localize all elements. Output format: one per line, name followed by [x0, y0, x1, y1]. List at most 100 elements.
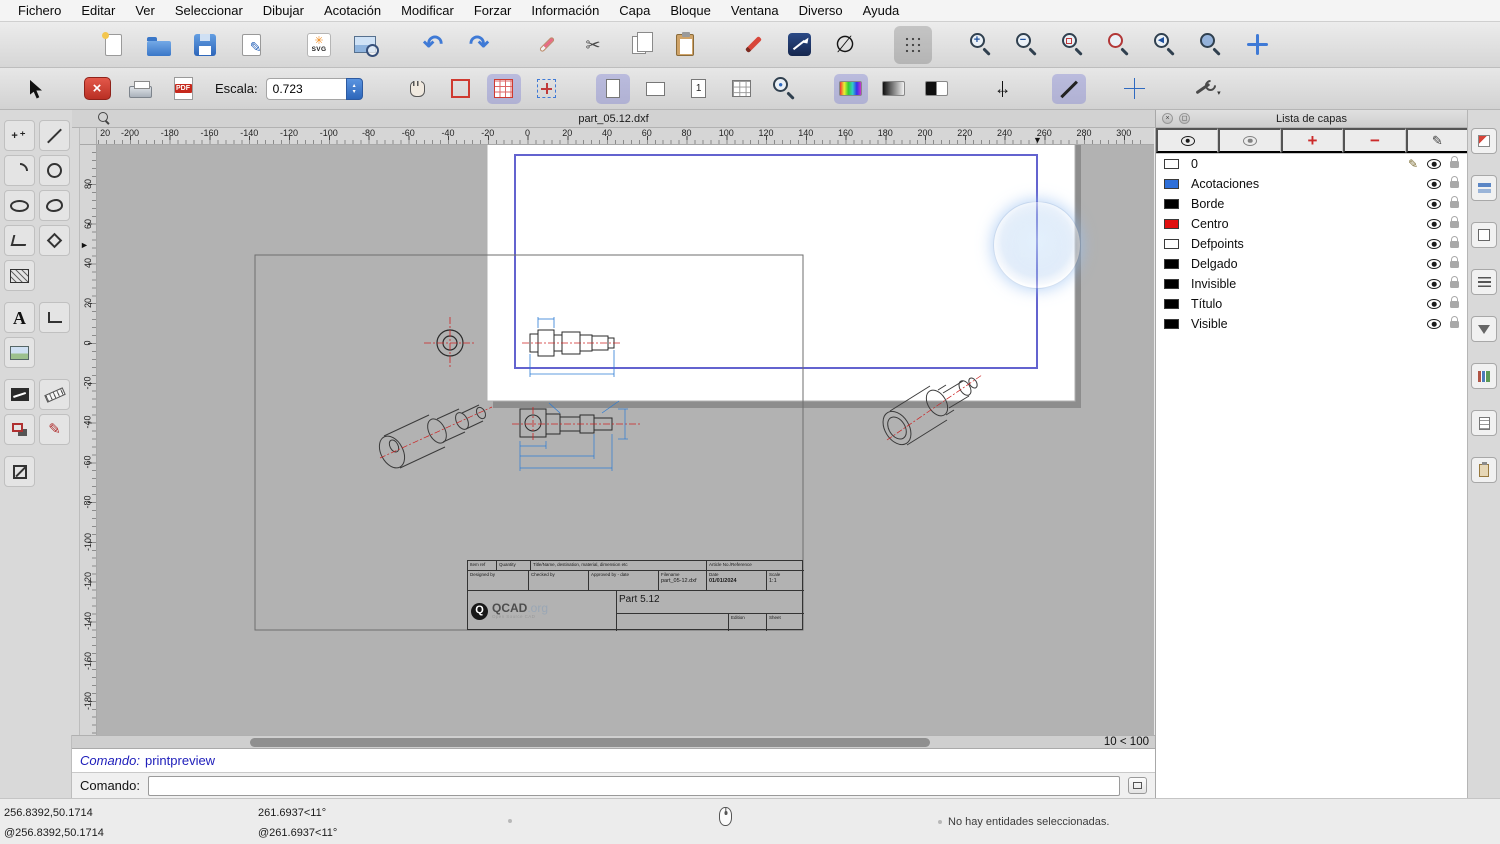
deselect-all-button[interactable] — [826, 26, 864, 64]
layer-row[interactable]: Título — [1156, 294, 1467, 314]
layer-lock-icon[interactable] — [1450, 281, 1459, 288]
zoom-window-button[interactable] — [1192, 26, 1230, 64]
edit-layer-button[interactable] — [1406, 128, 1467, 153]
grid-toggle-button[interactable] — [894, 26, 932, 64]
command-input[interactable] — [148, 776, 1120, 796]
point-tool-button[interactable]: +⁺ — [4, 120, 35, 151]
drawing-settings-button[interactable] — [232, 26, 270, 64]
layer-row[interactable]: Acotaciones — [1156, 174, 1467, 194]
blackwhite-mode-button[interactable] — [920, 74, 954, 104]
auto-zoom-button[interactable] — [1054, 26, 1092, 64]
zoom-selection-button[interactable] — [1100, 26, 1138, 64]
open-file-button[interactable] — [140, 26, 178, 64]
measure-tool-button[interactable] — [4, 379, 35, 410]
layer-list-panel-button[interactable] — [1471, 175, 1497, 201]
print-preview-button[interactable] — [346, 26, 384, 64]
menu-item[interactable]: Ver — [125, 3, 165, 18]
hide-all-layers-button[interactable] — [1218, 128, 1280, 153]
new-file-button[interactable] — [94, 26, 132, 64]
property-editor-panel-button[interactable] — [1471, 128, 1497, 154]
pdf-export-button[interactable]: PDF — [166, 74, 200, 104]
layer-row[interactable]: Invisible — [1156, 274, 1467, 294]
layer-visibility-eye-icon[interactable] — [1427, 319, 1441, 329]
menu-item[interactable]: Diverso — [789, 3, 853, 18]
scrollbar-thumb[interactable] — [250, 738, 930, 747]
command-options-button[interactable] — [1128, 777, 1147, 794]
menu-item[interactable]: Forzar — [464, 3, 522, 18]
layer-row[interactable]: Visible — [1156, 314, 1467, 334]
layer-lock-icon[interactable] — [1450, 261, 1459, 268]
menu-item[interactable]: Editar — [71, 3, 125, 18]
view-list-panel-button[interactable] — [1471, 269, 1497, 295]
layer-lock-icon[interactable] — [1450, 301, 1459, 308]
layer-visibility-eye-icon[interactable] — [1427, 299, 1441, 309]
layer-lock-icon[interactable] — [1450, 161, 1459, 168]
paste-button[interactable] — [666, 26, 704, 64]
landscape-orientation-button[interactable] — [639, 74, 673, 104]
pan-hand-button[interactable] — [401, 74, 435, 104]
text-tool-button[interactable]: A — [4, 302, 35, 333]
lineweight-scale-button[interactable] — [1052, 74, 1086, 104]
layer-visibility-eye-icon[interactable] — [1427, 199, 1441, 209]
origin-crosshair-button[interactable] — [530, 74, 564, 104]
remove-layer-button[interactable]: − — [1343, 128, 1405, 153]
scale-input[interactable] — [266, 78, 346, 100]
selection-filter-panel-button[interactable] — [1471, 316, 1497, 342]
layer-visibility-eye-icon[interactable] — [1427, 179, 1441, 189]
layer-lock-icon[interactable] — [1450, 221, 1459, 228]
dimension-tool-button[interactable] — [39, 302, 70, 333]
fit-drawing-button[interactable] — [986, 74, 1020, 104]
undo-button[interactable] — [414, 26, 452, 64]
polyline-tool-button[interactable] — [4, 225, 35, 256]
layer-lock-icon[interactable] — [1450, 321, 1459, 328]
hatch-tool-button[interactable] — [4, 260, 35, 291]
pan-button[interactable] — [1238, 26, 1276, 64]
layer-lock-icon[interactable] — [1450, 201, 1459, 208]
menu-item[interactable]: Dibujar — [253, 3, 314, 18]
center-crosshair-button[interactable] — [1118, 74, 1152, 104]
grid-page-button[interactable] — [487, 74, 521, 104]
arc-tool-button[interactable] — [4, 155, 35, 186]
distance-tool-button[interactable] — [39, 379, 70, 410]
scale-stepper[interactable] — [346, 78, 363, 100]
shape-tool-button[interactable] — [39, 225, 70, 256]
select-tool-button[interactable] — [780, 26, 818, 64]
redo-button[interactable] — [460, 26, 498, 64]
layer-row[interactable]: 0 — [1156, 154, 1467, 174]
menu-item[interactable]: Seleccionar — [165, 3, 253, 18]
horizontal-scrollbar[interactable]: 10 < 100 — [72, 735, 1155, 748]
layer-row[interactable]: Delgado — [1156, 254, 1467, 274]
layer-row[interactable]: Borde — [1156, 194, 1467, 214]
library-browser-panel-button[interactable] — [1471, 363, 1497, 389]
svg-export-button[interactable]: SVG — [300, 26, 338, 64]
block-tool-button[interactable] — [4, 414, 35, 445]
menu-item[interactable]: Modificar — [391, 3, 464, 18]
modify-tool-button[interactable] — [39, 414, 70, 445]
menu-item[interactable]: Información — [521, 3, 609, 18]
layer-row[interactable]: Centro — [1156, 214, 1467, 234]
image-tool-button[interactable] — [4, 337, 35, 368]
zoom-previous-button[interactable]: ◂ — [1146, 26, 1184, 64]
delete-entity-button[interactable] — [528, 26, 566, 64]
float-panel-icon[interactable]: ◻ — [1179, 113, 1190, 124]
circle-tool-button[interactable] — [39, 155, 70, 186]
drawing-canvas[interactable]: Item ref Quantity Title/Name, destinatio… — [97, 145, 1154, 735]
layer-visibility-eye-icon[interactable] — [1427, 219, 1441, 229]
show-all-layers-button[interactable] — [1156, 128, 1218, 153]
portrait-orientation-button[interactable] — [596, 74, 630, 104]
cut-button[interactable] — [574, 26, 612, 64]
single-page-button[interactable]: 1 — [682, 74, 716, 104]
print-button[interactable] — [123, 74, 157, 104]
zoom-to-page-button[interactable]: ● — [768, 74, 802, 104]
layer-visibility-eye-icon[interactable] — [1427, 259, 1441, 269]
solid-tool-button[interactable] — [4, 456, 35, 487]
menu-item[interactable]: Capa — [609, 3, 660, 18]
block-list-panel-button[interactable] — [1471, 222, 1497, 248]
menu-item[interactable]: Ayuda — [853, 3, 910, 18]
layer-visibility-eye-icon[interactable] — [1427, 279, 1441, 289]
menu-item[interactable]: Bloque — [660, 3, 720, 18]
layer-lock-icon[interactable] — [1450, 241, 1459, 248]
clipboard-panel-button[interactable] — [1471, 457, 1497, 483]
layer-row[interactable]: Defpoints — [1156, 234, 1467, 254]
multi-page-button[interactable] — [725, 74, 759, 104]
